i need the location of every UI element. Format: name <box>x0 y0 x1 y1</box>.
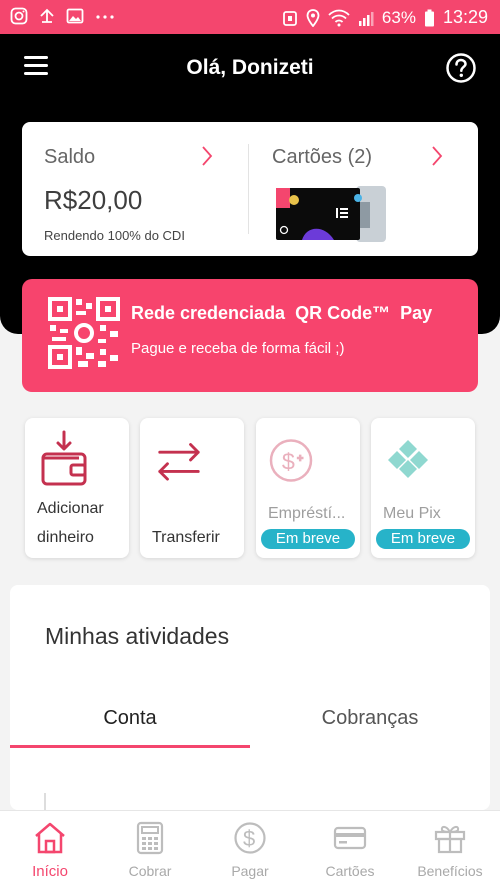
calculator-icon <box>136 821 164 855</box>
loan-label: Empréstí... <box>268 505 346 522</box>
nav-label: Cobrar <box>128 863 172 879</box>
card-thumbnail[interactable] <box>276 186 388 242</box>
wallet-download-icon <box>41 430 87 486</box>
chevron-right-icon[interactable] <box>430 144 444 168</box>
active-tab-indicator <box>10 745 250 748</box>
status-bar: 63% 13:29 <box>0 0 500 34</box>
location-icon <box>306 8 320 27</box>
clock: 13:29 <box>442 7 488 27</box>
nav-beneficios[interactable]: Benefícios <box>400 811 500 889</box>
battery-percentage: 63% <box>381 7 416 27</box>
nav-label: Benefícios <box>417 863 483 879</box>
balance-value: R$20,00 <box>44 185 143 215</box>
loan-button[interactable]: $ Empréstí... Em breve <box>256 418 360 558</box>
dollar-circle-icon: $ <box>234 822 266 854</box>
gift-icon <box>434 825 466 854</box>
activities-panel: Minhas atividades Conta Cobranças <box>10 585 490 810</box>
battery-icon <box>424 9 434 26</box>
transfer-label: Transferir <box>152 529 220 546</box>
balance-card: Saldo R$20,00 Rendendo 100% do CDI Cartõ… <box>22 122 478 256</box>
timeline-line <box>44 793 46 810</box>
more-dots-icon <box>96 15 114 19</box>
tab-cobrancas[interactable]: Cobranças <box>250 707 490 730</box>
signal-icon <box>358 11 374 26</box>
image-icon <box>66 8 84 24</box>
pix-icon <box>388 440 428 478</box>
bottom-navigation: Início Cobrar $ Pagar Cartões Benefícios <box>0 810 500 889</box>
card-divider <box>248 144 249 234</box>
balance-yield-note: Rendendo 100% do CDI <box>44 228 185 243</box>
saldo-label[interactable]: Saldo <box>44 146 95 169</box>
banner-subtitle: Pague e receba de forma fácil ;) <box>131 340 345 357</box>
instagram-icon <box>10 7 28 25</box>
banner-title: Rede credenciada QR Code™ Pay <box>131 303 433 323</box>
nav-label: Cartões <box>325 863 375 879</box>
chevron-right-icon[interactable] <box>200 144 214 168</box>
home-icon <box>35 822 65 854</box>
help-icon <box>446 53 476 83</box>
qr-code-icon <box>48 297 120 369</box>
status-icons-left <box>10 7 116 25</box>
credit-card-icon <box>333 826 367 850</box>
add-money-label-line2: dinheiro <box>37 529 94 546</box>
add-money-label-line1: Adicionar <box>37 500 104 517</box>
qr-code-pay-banner[interactable]: Rede credenciada QR Code™ Pay Pague e re… <box>22 279 478 392</box>
coming-soon-badge: Em breve <box>376 529 470 549</box>
status-icons-right: 63% 13:29 <box>282 7 488 28</box>
svg-text:$: $ <box>243 826 255 851</box>
alarm-icon <box>283 10 297 26</box>
pix-button[interactable]: Meu Pix Em breve <box>371 418 475 558</box>
svg-text:$: $ <box>282 449 295 475</box>
dollar-plus-icon: $ <box>269 439 313 482</box>
transfer-button[interactable]: Transferir <box>140 418 244 558</box>
nav-pagar[interactable]: $ Pagar <box>200 811 300 889</box>
greeting: Olá, Donizeti <box>186 56 314 79</box>
add-money-button[interactable]: Adicionar dinheiro <box>25 418 129 558</box>
tab-conta[interactable]: Conta <box>10 707 250 730</box>
pix-label: Meu Pix <box>383 505 441 522</box>
nav-cartoes[interactable]: Cartões <box>300 811 400 889</box>
usb-transfer-icon <box>40 8 54 23</box>
help-button[interactable] <box>445 52 477 84</box>
coming-soon-badge: Em breve <box>261 529 355 549</box>
nav-label: Início <box>32 863 68 880</box>
nav-label: Pagar <box>231 863 269 879</box>
nav-inicio[interactable]: Início <box>0 811 100 889</box>
wifi-icon <box>328 9 350 26</box>
transfer-arrows-icon <box>158 443 200 481</box>
activities-title: Minhas atividades <box>45 623 230 649</box>
cards-label[interactable]: Cartões (2) <box>272 146 372 169</box>
nav-cobrar[interactable]: Cobrar <box>100 811 200 889</box>
